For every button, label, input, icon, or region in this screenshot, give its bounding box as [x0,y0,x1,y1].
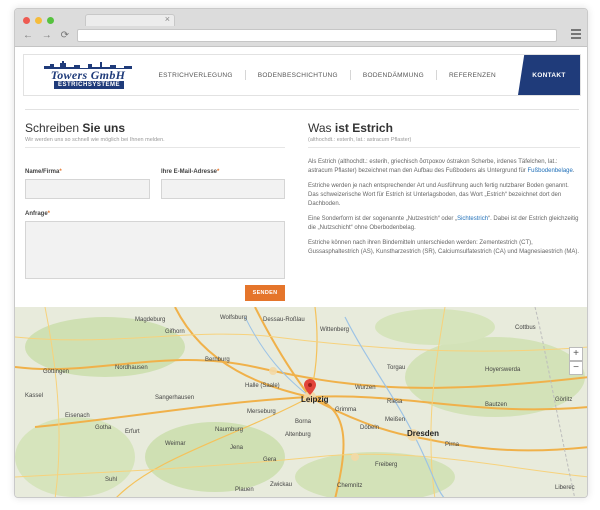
name-field-group: Name/Firma* [25,169,150,199]
contact-title: Schreiben Sie uns [25,121,126,135]
map-place-label: Döbeln [360,425,380,431]
zoom-out-button[interactable]: − [569,361,583,375]
map-place-label: Merseburg [247,409,276,415]
browser-tab[interactable]: × [85,14,175,26]
map-place-label: Gotha [95,425,112,431]
message-field-group: Anfrage* [25,211,285,279]
tab-close-icon[interactable]: × [165,14,170,24]
map-place-label: Wittenberg [320,327,350,333]
message-textarea[interactable] [25,221,285,279]
reload-icon[interactable]: ⟳ [61,30,69,41]
nav-item-referenzen[interactable]: REFERENZEN [437,72,508,79]
map-place-label: Plauen [235,487,254,493]
zoom-in-button[interactable]: + [569,347,583,361]
address-bar[interactable] [77,29,557,42]
info-paragraph-4: Estriche können nach ihren Bindemitteln … [308,240,580,255]
maximize-window-dot[interactable] [47,17,54,24]
email-field-label: Ihre E-Mail-Adresse* [161,169,220,175]
contact-title-divider [25,147,285,148]
map-place-label: Freiberg [375,462,398,468]
map-place-label: Weimar [165,441,186,447]
nav-item-bodendaemmung[interactable]: BODENDÄMMUNG [351,72,436,79]
name-input[interactable] [25,179,150,199]
map-place-label: Suhl [105,477,118,483]
map-zoom-controls: + − [569,347,583,375]
map-place-label: Gera [263,457,277,463]
info-subtitle: (althochdt.: esterih, lat.: astracum Pfl… [308,137,412,143]
company-logo[interactable]: Towers GmbH ESTRICHSYSTEME [38,61,138,91]
map-place-label: Cottbus [515,325,536,331]
map-place-label: Riesa [387,399,403,405]
message-field-label: Anfrage* [25,211,51,217]
map-place-label: Göttingen [43,369,70,375]
info-paragraph-2: Estriche werden je nach entsprechender A… [308,183,569,207]
logo-tagline: ESTRICHSYSTEME [54,81,124,89]
map-place-label: Zwickau [270,482,293,488]
close-window-dot[interactable] [23,17,30,24]
nav-item-kontakt[interactable]: KONTAKT [518,55,580,95]
map-place-label: Chemnitz [337,483,363,489]
info-section: Was ist Estrich (althochdt.: esterih, la… [308,121,580,257]
map-place-label: Pirna [445,442,460,448]
map-place-label: Kassel [25,393,44,399]
nav-item-bodenbeschichtung[interactable]: BODENBESCHICHTUNG [246,72,350,79]
map-place-label: Liberec [555,485,575,491]
back-arrow-icon[interactable]: ← [23,30,33,41]
map-place-label: Dessau-Roßlau [263,317,305,323]
map-place-label: Naumburg [215,427,244,433]
info-paragraph-3: Eine Sonderform ist der sogenannte „Nutz… [308,216,579,231]
map-place-label: Bernburg [205,357,230,363]
map-place-label: Leipzig [301,395,329,404]
map-place-label: Magdeburg [135,317,166,323]
map-place-label: Altenburg [285,432,311,438]
submit-button[interactable]: SENDEN [245,285,285,301]
map-place-label: Halle (Saale) [245,383,280,389]
map-place-label: Borna [295,419,312,425]
map-place-label: Wurzen [355,385,376,391]
link-fussbodenbelage[interactable]: Fußbodenbelage [527,168,572,174]
map-place-label: Nordhausen [115,365,148,371]
hamburger-menu-icon[interactable] [571,29,581,41]
location-pin-icon[interactable] [304,379,316,395]
map-place-label: Dresden [407,429,440,438]
email-input[interactable] [161,179,285,199]
nav-item-estrichverlegung[interactable]: ESTRICHVERLEGUNG [147,72,245,79]
location-map[interactable]: Wolfsburg Gifhorn Göttingen Kassel Halle (Sa… [15,307,587,497]
forward-arrow-icon[interactable]: → [42,30,52,41]
map-place-label: Görlitz [555,397,573,403]
map-place-label: Gifhorn [165,329,185,335]
map-place-label: Erfurt [125,429,140,435]
map-place-label: Sangerhausen [155,395,195,401]
map-place-label: Bautzen [485,402,508,408]
map-place-label: Meißen [385,417,406,423]
info-title-divider [308,147,580,148]
browser-window: × ← → ⟳ Towers GmbH ESTRICHSYSTEME ESTRI… [14,8,588,498]
section-divider [25,109,579,110]
link-sichtestrich[interactable]: Sichtestrich [457,216,488,222]
email-field-group: Ihre E-Mail-Adresse* [161,169,285,199]
contact-form-section: Schreiben Sie uns Wir werden uns so schn… [25,121,285,301]
map-place-label: Hoyerswerda [485,367,521,373]
map-place-label: Jena [230,445,244,451]
minimize-window-dot[interactable] [35,17,42,24]
map-place-label: Grimma [335,407,357,413]
contact-subtitle: Wir werden uns so schnell wie möglich be… [25,137,165,143]
map-place-label: Torgau [387,365,406,371]
browser-nav: ← → ⟳ [23,30,75,41]
info-paragraph-1: Als Estrich (althochdt.: esterih, griech… [308,159,575,174]
main-nav: ESTRICHVERLEGUNG BODENBESCHICHTUNG BODEN… [147,55,508,95]
site-header: Towers GmbH ESTRICHSYSTEME ESTRICHVERLEG… [23,54,581,96]
map-place-label: Eisenach [65,413,90,419]
map-place-label: Wolfsburg [220,315,247,321]
name-field-label: Name/Firma* [25,169,62,175]
info-title: Was ist Estrich [308,121,393,135]
browser-chrome: × ← → ⟳ [15,9,587,47]
